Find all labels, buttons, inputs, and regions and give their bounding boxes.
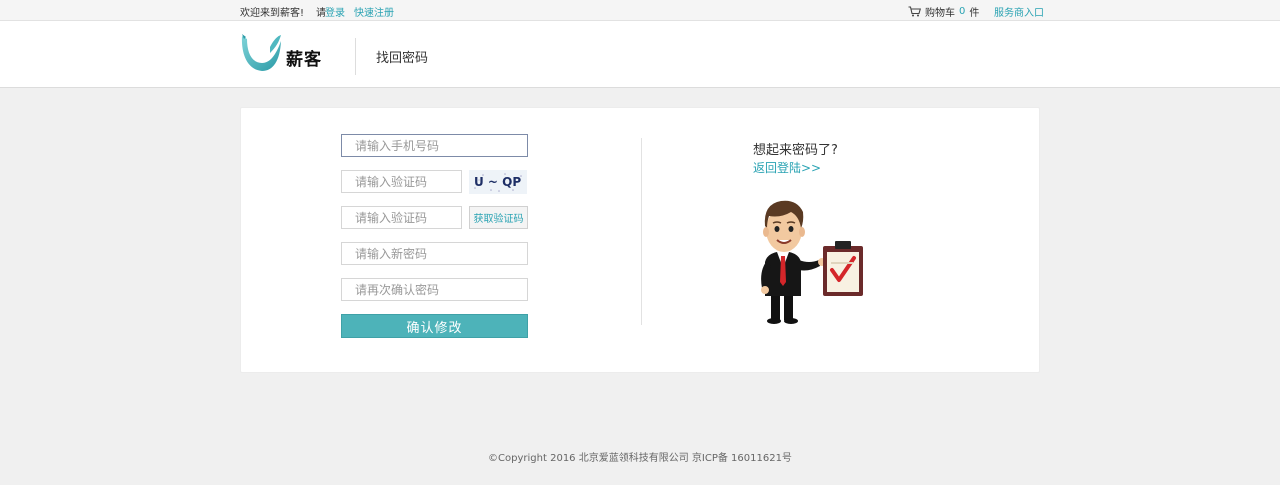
top-bar: 欢迎来到薪客! 请 登录 快速注册 购物车 0 件 服务商入口 <box>0 0 1280 21</box>
card-divider <box>641 138 642 325</box>
register-link[interactable]: 快速注册 <box>354 4 394 19</box>
captcha-image[interactable]: U ~ QP <box>469 170 527 194</box>
header: 薪客 找回密码 <box>0 21 1280 88</box>
confirm-password-input[interactable] <box>341 278 528 301</box>
cart-icon <box>908 6 921 17</box>
recover-password-card: U ~ QP 获取验证码 确认修改 想起来密码了? 返回登陆>> <box>240 107 1040 373</box>
cart-link[interactable]: 购物车 0 件 <box>908 4 979 19</box>
provider-entry-link[interactable]: 服务商入口 <box>994 4 1044 19</box>
cart-count: 0 <box>959 6 966 17</box>
cart-label: 购物车 <box>925 8 955 19</box>
back-to-login-link[interactable]: 返回登陆>> <box>753 159 821 176</box>
cart-unit: 件 <box>969 8 980 19</box>
logo-icon <box>241 34 281 71</box>
captcha-text: U ~ QP <box>474 175 521 189</box>
get-sms-code-button[interactable]: 获取验证码 <box>469 206 528 229</box>
phone-input[interactable] <box>341 134 528 157</box>
new-password-input[interactable] <box>341 242 528 265</box>
remember-password-text: 想起来密码了? <box>753 143 838 158</box>
brand-name: 薪客 <box>286 50 322 70</box>
confirm-change-button[interactable]: 确认修改 <box>341 314 528 338</box>
captcha-input[interactable] <box>341 170 462 193</box>
site-logo[interactable]: 薪客 <box>240 33 322 73</box>
sms-code-input[interactable] <box>341 206 462 229</box>
header-divider <box>355 38 356 75</box>
copyright-footer: ©Copyright 2016 北京爱蓝领科技有限公司 京ICP备 160116… <box>488 453 792 464</box>
page-title: 找回密码 <box>376 51 429 66</box>
welcome-text: 欢迎来到薪客! <box>240 8 305 19</box>
businessman-illustration <box>761 200 863 324</box>
login-link[interactable]: 登录 <box>325 4 345 19</box>
